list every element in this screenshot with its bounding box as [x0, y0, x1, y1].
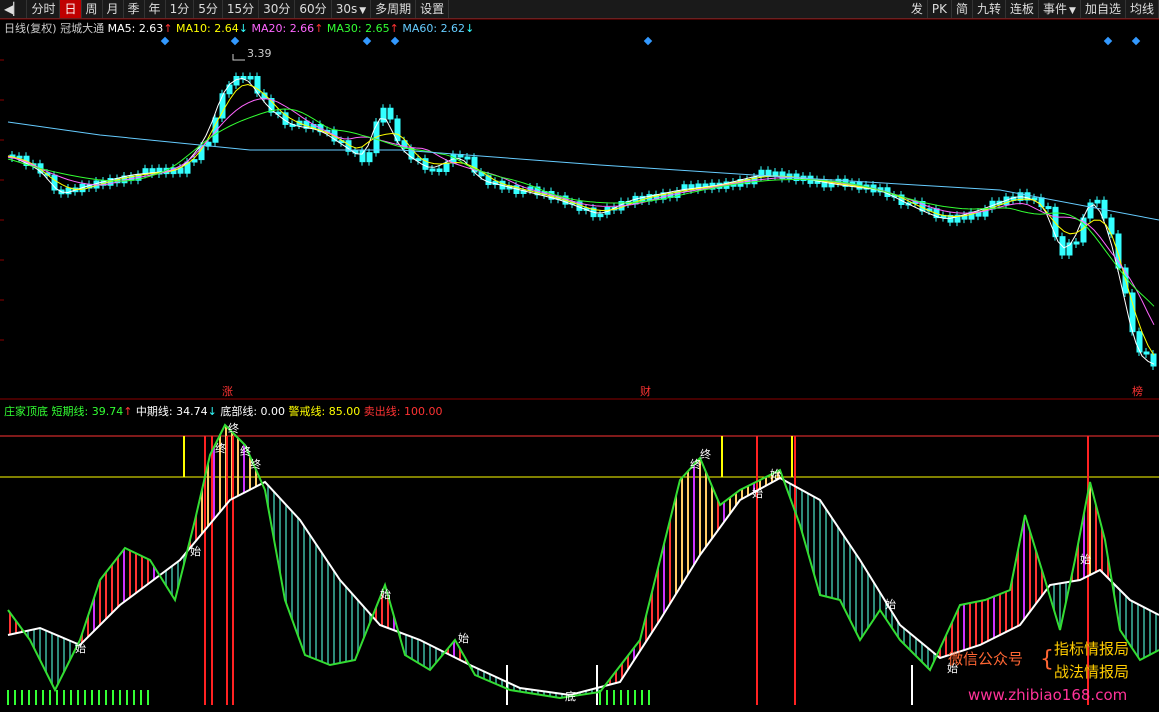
- signal-end-label: 终: [700, 447, 711, 461]
- signal-bottom-label: 底: [565, 689, 576, 703]
- candle-body: [597, 213, 604, 218]
- signal-start-label: 始: [380, 587, 391, 601]
- signal-start-label: 始: [458, 631, 469, 645]
- high-price-label: 3.39: [247, 47, 272, 60]
- signal-start-label: 始: [752, 486, 763, 500]
- ma20-line: [7, 98, 1155, 326]
- signal-diamond: [1131, 36, 1141, 46]
- marker-zhang: 涨: [222, 385, 233, 398]
- signal-diamond: [390, 36, 400, 46]
- marker-bang: 榜: [1132, 384, 1143, 398]
- ma10-line: [7, 83, 1155, 356]
- candle-body: [1073, 241, 1080, 245]
- signal-end-label: 终: [240, 444, 251, 458]
- candle-body: [429, 168, 436, 172]
- candle-body: [464, 156, 471, 160]
- ma5-line: [7, 77, 1155, 365]
- signal-start-label: 始: [885, 597, 896, 611]
- price-panel: [7, 36, 1159, 370]
- signal-end-label: 终: [215, 441, 226, 455]
- candle-body: [1136, 331, 1143, 353]
- candle-body: [1143, 351, 1150, 355]
- signal-diamond: [643, 36, 653, 46]
- watermark-line1: 指标情报局: [1054, 640, 1130, 658]
- candle-body: [387, 107, 394, 120]
- candle-body: [51, 174, 58, 191]
- signal-diamond: [1103, 36, 1113, 46]
- watermark-wechat: 微信公众号: [948, 650, 1024, 668]
- candle-body: [366, 152, 373, 163]
- grid-lines: [0, 18, 1159, 478]
- signal-diamond: [362, 36, 372, 46]
- signal-start-label: 始: [770, 467, 781, 481]
- signal-start-label: 始: [190, 544, 201, 558]
- signal-start-label: 始: [75, 641, 86, 655]
- watermark-url: www.zhibiao168.com: [968, 686, 1128, 704]
- marker-cai: 财: [640, 384, 651, 398]
- watermark-brace: {: [1040, 647, 1054, 672]
- candle-body: [1094, 199, 1101, 204]
- kline-chart[interactable]: 3.39 涨 财 榜 始始始始始始始始始终终终终 终终底: [0, 0, 1159, 712]
- candle-body: [1045, 206, 1052, 210]
- candle-body: [247, 76, 254, 80]
- signal-diamond: [230, 36, 240, 46]
- signal-start-label: 始: [1080, 552, 1091, 566]
- signal-end-label: 终: [228, 421, 239, 435]
- candle-body: [380, 107, 387, 123]
- signal-diamond: [160, 36, 170, 46]
- candle-body: [436, 168, 443, 172]
- signal-end-label: 终: [250, 457, 261, 471]
- watermark-line2: 战法情报局: [1054, 663, 1130, 681]
- high-price-pointer: [232, 54, 245, 61]
- candle-body: [443, 162, 450, 172]
